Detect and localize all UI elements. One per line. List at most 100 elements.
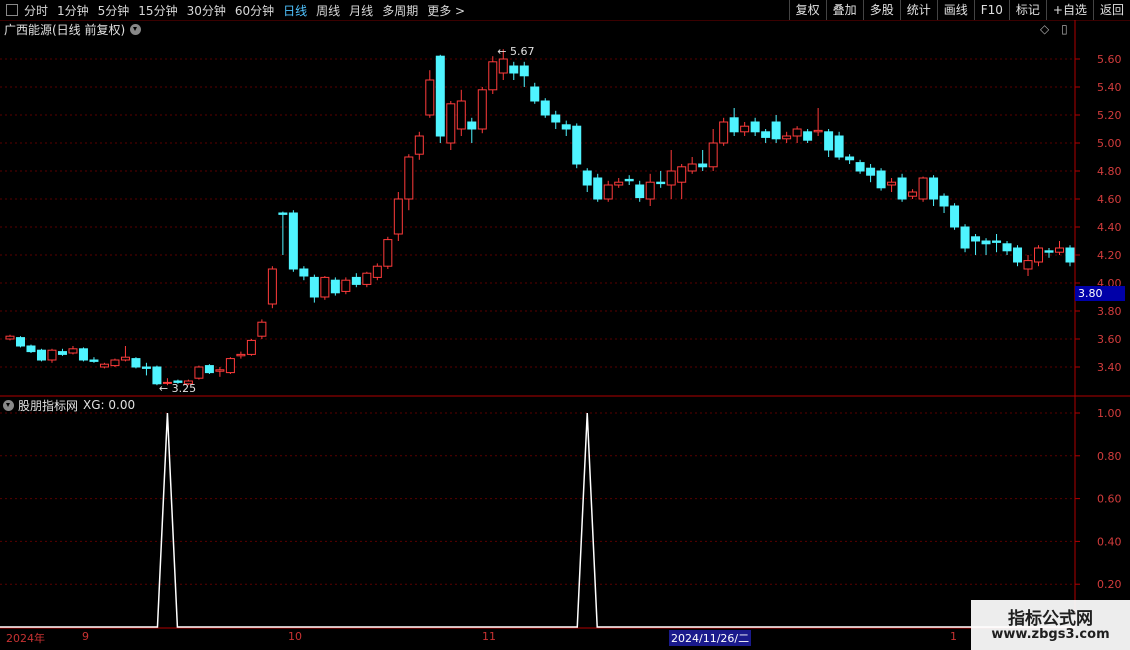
candle-body-down	[351, 276, 361, 285]
date-label-nov: 11	[482, 630, 496, 643]
date-axis: 2024年 9 10 11 2024/11/26/二 1	[0, 630, 1075, 646]
indicator-tick-label: 0.60	[1097, 493, 1122, 506]
price-tick-label: 4.60	[1097, 193, 1122, 206]
candle-body-up	[614, 181, 624, 186]
candle-body-up	[425, 79, 435, 116]
candle-body-down	[750, 121, 760, 133]
candle-body-down	[855, 162, 865, 172]
candle-body-down	[981, 240, 991, 245]
candle-body-down	[771, 121, 781, 140]
candle-body-up	[603, 184, 613, 200]
candle-body-down	[141, 366, 151, 369]
indicator-tick-label: 0.20	[1097, 578, 1122, 591]
candle-body-up	[320, 276, 330, 298]
candle-body-down	[950, 205, 960, 228]
candle-body-down	[1044, 250, 1054, 253]
candle-body-up	[194, 366, 204, 379]
cursor-date: 2024/11/26/二	[669, 630, 752, 646]
candle-body-up	[687, 163, 697, 172]
candle-body-down	[36, 349, 46, 361]
candle-body-down	[204, 365, 214, 374]
candle-body-down	[435, 55, 445, 137]
kline-chart: 5.605.405.205.004.804.604.404.204.003.80…	[0, 20, 1130, 630]
candle-body-down	[971, 236, 981, 242]
candle-body-up	[488, 61, 498, 91]
candle-body-down	[330, 279, 340, 294]
candle-body-down	[551, 114, 561, 123]
candle-body-down	[572, 125, 582, 165]
candle-body-up	[393, 198, 403, 235]
price-tick-label: 5.40	[1097, 81, 1122, 94]
candle-body-down	[561, 124, 571, 130]
watermark-title: 指标公式网	[1008, 609, 1093, 629]
price-tick-label: 5.00	[1097, 137, 1122, 150]
indicator-name: 股朋指标网	[18, 398, 79, 413]
candle-body-down	[866, 167, 876, 176]
candle-body-down	[929, 177, 939, 200]
candle-body-up	[456, 100, 466, 130]
candle-body-up	[887, 181, 897, 186]
candle-body-down	[656, 181, 666, 185]
watermark-url: www.zbgs3.com	[991, 627, 1110, 642]
candle-body-up	[908, 191, 918, 197]
price-tick-label: 3.40	[1097, 361, 1122, 374]
indicator-tick-label: 1.00	[1097, 407, 1122, 420]
candle-body-down	[939, 195, 949, 207]
candle-body-up	[362, 272, 372, 285]
price-tick-label: 4.40	[1097, 221, 1122, 234]
candle-body-down	[519, 65, 529, 77]
candle-body-up	[120, 356, 130, 361]
candle-body-down	[582, 170, 592, 186]
date-label-year: 2024年	[6, 632, 45, 645]
candle-body-up	[68, 348, 78, 354]
candle-body-up	[813, 129, 823, 133]
candle-body-up	[782, 135, 792, 140]
candle-body-up	[792, 128, 802, 137]
date-label-oct: 10	[288, 630, 302, 643]
candle-body-up	[708, 142, 718, 168]
candle-body-up	[267, 268, 277, 305]
candle-body-up	[1023, 260, 1033, 270]
candle-body-down	[960, 226, 970, 249]
candle-body-up	[740, 125, 750, 133]
candle-body-up	[1055, 247, 1065, 253]
candle-body-down	[845, 156, 855, 161]
candle-body-up	[99, 363, 109, 368]
candle-body-up	[383, 239, 393, 267]
candle-body-down	[897, 177, 907, 200]
candle-body-up	[414, 135, 424, 155]
price-tick-label: 3.60	[1097, 333, 1122, 346]
candle-body-down	[131, 358, 141, 368]
candle-body-up	[5, 335, 15, 340]
candle-body-down	[530, 86, 540, 102]
candle-body-down	[467, 121, 477, 130]
current-price-tag: 3.80	[1075, 286, 1125, 301]
candle-body-up	[225, 358, 235, 374]
candle-body-down	[729, 117, 739, 133]
candle-body-down	[288, 212, 298, 270]
candle-body-down	[992, 240, 1002, 243]
candle-body-up	[215, 369, 225, 372]
candle-body-down	[593, 177, 603, 200]
chevron-down-icon[interactable]	[3, 399, 14, 411]
candle-body-down	[635, 184, 645, 199]
candle-body-down	[309, 276, 319, 298]
indicator-title-bar: 股朋指标网 XG: 0.00	[0, 397, 135, 413]
candle-body-down	[624, 178, 634, 182]
high-price-label: ← 5.67	[497, 45, 534, 58]
low-price-label: ← 3.25	[159, 382, 196, 395]
watermark: 指标公式网 www.zbgs3.com	[971, 600, 1130, 650]
candle-body-up	[477, 89, 487, 130]
price-tick-label: 3.80	[1097, 305, 1122, 318]
date-label-sep: 9	[82, 630, 89, 643]
candle-body-up	[257, 321, 267, 337]
price-tick-label: 4.20	[1097, 249, 1122, 262]
date-label-jan: 1	[950, 630, 957, 643]
candle-body-down	[26, 345, 36, 353]
candle-body-up	[645, 181, 655, 200]
candle-body-down	[299, 268, 309, 277]
candle-body-up	[677, 166, 687, 183]
candle-body-up	[110, 359, 120, 367]
price-tick-label: 5.20	[1097, 109, 1122, 122]
candle-body-up	[372, 265, 382, 278]
